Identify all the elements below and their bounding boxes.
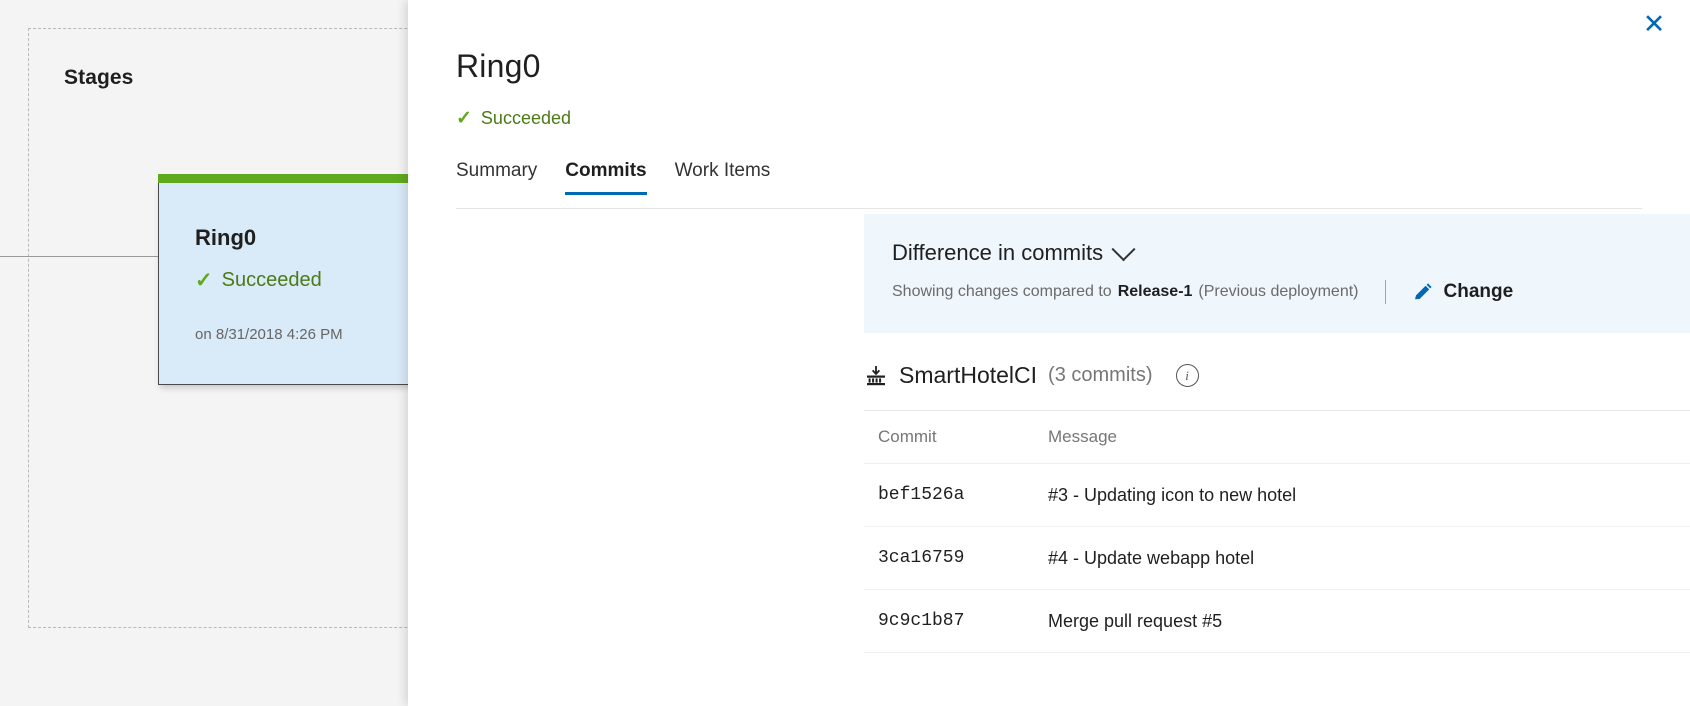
- artifact-commit-count: (3 commits): [1048, 364, 1153, 386]
- stage-card-name: Ring0: [195, 225, 257, 250]
- status-label: Succeeded: [480, 108, 571, 128]
- column-header-message: Message: [1034, 410, 1690, 464]
- tab-commits[interactable]: Commits: [551, 160, 660, 195]
- change-button[interactable]: Change: [1412, 281, 1514, 303]
- check-icon: ✓: [456, 108, 472, 129]
- tab-summary[interactable]: Summary: [456, 160, 551, 195]
- cell-commit-id[interactable]: bef1526a: [864, 463, 1034, 527]
- cell-commit-message: Merge pull request #5: [1034, 589, 1690, 653]
- cell-commit-message: #3 - Updating icon to new hotel: [1034, 463, 1690, 527]
- table-row[interactable]: 3ca16759 #4 - Update webapp hotel shasha…: [864, 526, 1690, 590]
- artifact-header: SmartHotelCI (3 commits) i: [864, 362, 1199, 389]
- cell-commit-id[interactable]: 9c9c1b87: [864, 589, 1034, 653]
- commits-table: Commit Message Author bef1526a #3 - Upda…: [864, 410, 1690, 653]
- status-badge: ✓ Succeeded: [456, 108, 571, 129]
- table-row[interactable]: bef1526a #3 - Updating icon to new hotel…: [864, 463, 1690, 527]
- check-icon: ✓: [195, 269, 213, 292]
- chevron-down-icon: [1111, 236, 1136, 261]
- column-header-commit: Commit: [864, 410, 1034, 464]
- stage-details-panel: ✕ Ring0 ✓ Succeeded Summary Commits Work…: [408, 0, 1690, 706]
- stage-card-date: on 8/31/2018 4:26 PM: [195, 326, 343, 343]
- pencil-icon: [1414, 282, 1432, 299]
- stage-card-ring0[interactable]: Ring0 ✓ Succeeded on 8/31/2018 4:26 PM: [158, 174, 440, 385]
- stage-card-status: ✓ Succeeded: [195, 269, 322, 292]
- panel-tabs: Summary Commits Work Items: [456, 160, 1642, 209]
- table-row[interactable]: 9c9c1b87 Merge pull request #5 shashank …: [864, 589, 1690, 653]
- tab-work-items[interactable]: Work Items: [661, 160, 785, 195]
- table-header-row: Commit Message Author: [864, 410, 1690, 464]
- info-icon[interactable]: i: [1175, 364, 1199, 387]
- showing-changes-suffix: (Previous deployment): [1198, 283, 1359, 300]
- stages-title: Stages: [64, 66, 134, 89]
- change-label: Change: [1443, 281, 1514, 302]
- difference-heading-label: Difference in commits: [892, 240, 1104, 265]
- difference-in-commits-banner: Difference in commits Showing changes co…: [864, 214, 1690, 333]
- divider: [1384, 280, 1386, 304]
- page-title: Ring0: [456, 48, 541, 84]
- cell-commit-id[interactable]: 3ca16759: [864, 526, 1034, 590]
- showing-changes-prefix: Showing changes compared to: [892, 283, 1112, 300]
- close-icon[interactable]: ✕: [1634, 4, 1674, 44]
- cell-commit-message: #4 - Update webapp hotel: [1034, 526, 1690, 590]
- artifact-name: SmartHotelCI: [899, 362, 1038, 388]
- difference-subline: Showing changes compared to Release-1 (P…: [892, 280, 1690, 304]
- compared-release-name: Release-1: [1117, 283, 1193, 300]
- artifact-download-icon: [867, 365, 885, 385]
- stage-card-status-label: Succeeded: [221, 269, 322, 291]
- difference-in-commits-toggle[interactable]: Difference in commits: [892, 236, 1136, 266]
- release-pipeline-canvas: Stages Ring0 ✓ Succeeded on 8/31/2018 4:…: [0, 0, 440, 706]
